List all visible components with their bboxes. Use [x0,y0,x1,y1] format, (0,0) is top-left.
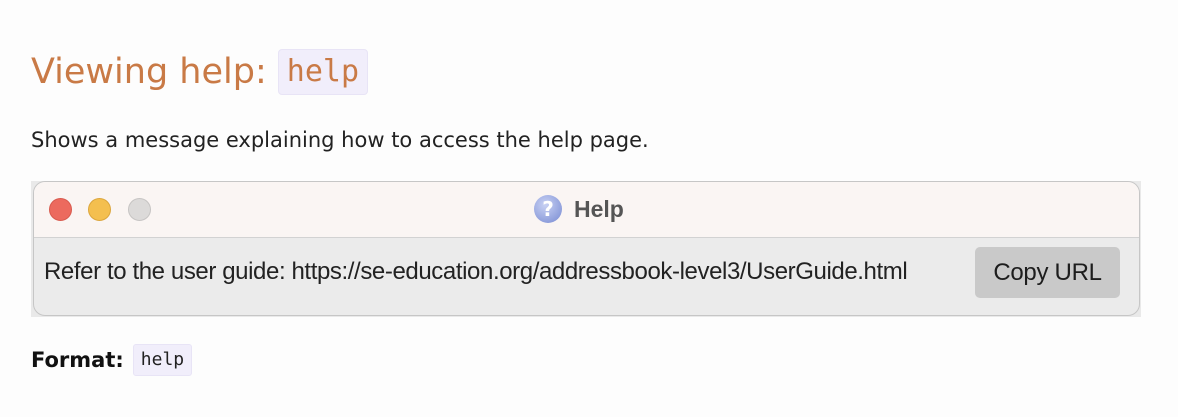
user-guide-message: Refer to the user guide: https://se-educ… [44,258,908,285]
help-window-title: ? Help [534,192,624,226]
zoom-window-button[interactable] [128,198,151,221]
format-command-code: help [132,344,193,376]
page: Viewing help: help Shows a message expla… [0,0,1178,417]
help-window-titlebar: ? Help [34,182,1139,238]
minimize-window-button[interactable] [88,198,111,221]
help-window-content: Refer to the user guide: https://se-educ… [34,238,1139,315]
copy-url-button[interactable]: Copy URL [975,247,1120,298]
format-line: Format: help [31,344,193,376]
close-window-button[interactable] [49,198,72,221]
section-heading: Viewing help: help [31,44,369,100]
section-description: Shows a message explaining how to access… [31,128,649,152]
format-label: Format: [31,348,124,372]
help-window-screenshot: ? Help Refer to the user guide: https://… [31,181,1141,317]
help-window-title-text: Help [574,195,624,222]
help-window: ? Help Refer to the user guide: https://… [33,181,1140,316]
heading-command-code: help [277,49,369,95]
question-mark-icon: ? [534,195,562,223]
heading-text: Viewing help: [31,52,267,92]
